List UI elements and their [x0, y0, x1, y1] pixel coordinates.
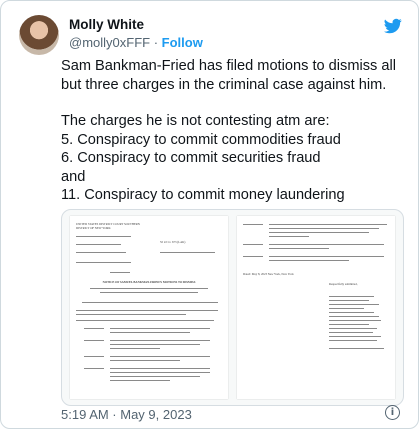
document-page-left: UNITED STATES DISTRICT COURT SOUTHERN DI… — [70, 216, 228, 399]
attached-document-image[interactable]: UNITED STATES DISTRICT COURT SOUTHERN DI… — [61, 209, 404, 406]
dated-line: Dated: May 8, 2023 New York, New York — [243, 272, 294, 276]
separator: · — [150, 35, 162, 50]
tweet-header: Molly White @molly0xFFF · Follow — [19, 15, 403, 55]
twitter-bird-icon[interactable] — [383, 17, 403, 35]
tweet-paragraph-2: The charges he is not contesting atm are… — [61, 113, 345, 203]
court-heading: UNITED STATES DISTRICT COURT SOUTHERN DI… — [76, 222, 140, 230]
document-caption: NOTICE OF SAMUEL BANKMAN-FRIED'S MOTIONS… — [102, 280, 196, 284]
avatar[interactable] — [19, 15, 59, 55]
info-icon[interactable]: i — [385, 405, 400, 420]
author-name[interactable]: Molly White — [69, 17, 144, 32]
follow-button[interactable]: Follow — [162, 35, 203, 50]
tweet-paragraph-1: Sam Bankman-Fried has filed motions to d… — [61, 58, 396, 93]
tweet-text: Sam Bankman-Fried has filed motions to d… — [61, 57, 401, 205]
document-page-right: Dated: May 8, 2023 New York, New York Re… — [237, 216, 395, 399]
tweet-card: Molly White @molly0xFFF · Follow Sam Ban… — [0, 0, 419, 429]
signoff: Respectfully submitted, — [329, 282, 358, 286]
author-handle-line: @molly0xFFF · Follow — [69, 35, 203, 50]
author-handle[interactable]: @molly0xFFF — [69, 35, 150, 50]
case-number: S5 22 Cr. 673 (LAK) — [160, 240, 186, 244]
tweet-timestamp[interactable]: 5:19 AM · May 9, 2023 — [61, 407, 192, 422]
